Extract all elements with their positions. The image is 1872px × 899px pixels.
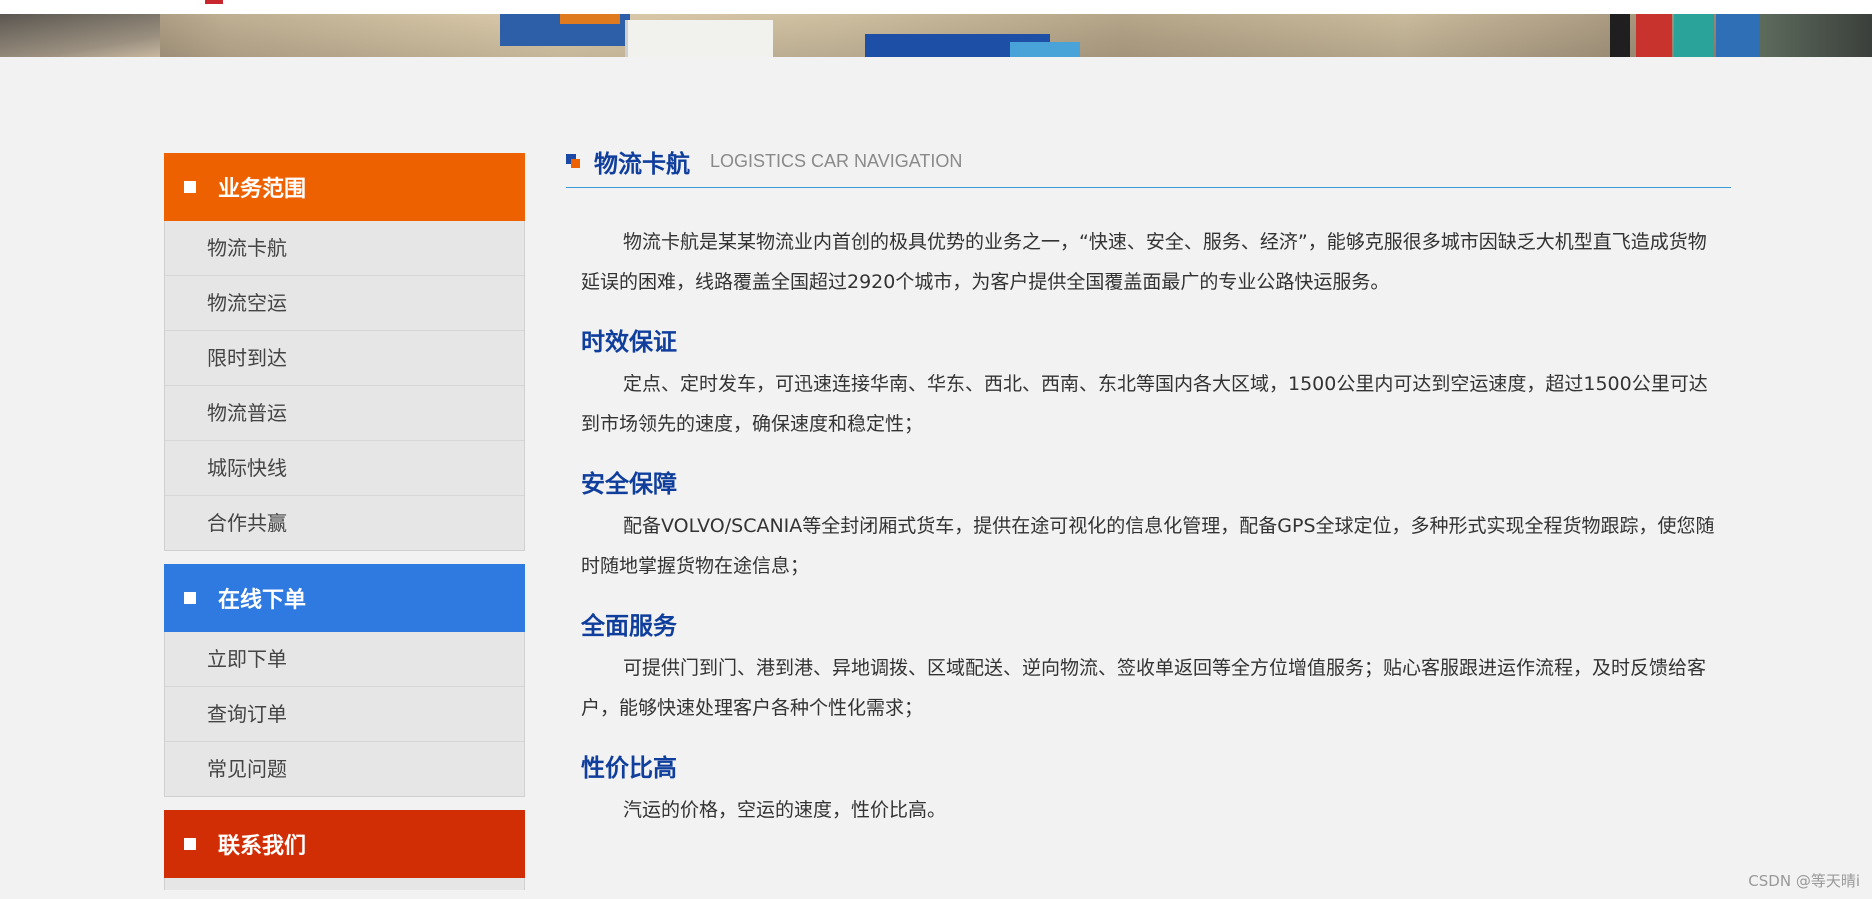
section-title-service: 全面服务 (581, 612, 677, 640)
article-body: 物流卡航是某某物流业内首创的极具优势的业务之一，“快速、安全、服务、经济”，能够… (566, 188, 1731, 830)
title-square-icon (566, 154, 580, 168)
section-title-value: 性价比高 (581, 754, 677, 782)
section-text-timeliness: 定点、定时发车，可迅速连接华南、华东、西北、西南、东北等国内各大区域，1500公… (581, 373, 1708, 435)
sidebar-group-contact[interactable]: 联系我们 (164, 810, 525, 878)
sidebar-group-online-order[interactable]: 在线下单 (164, 564, 525, 632)
page-title: 物流卡航 (594, 149, 690, 178)
sidebar-list-contact (164, 878, 525, 890)
sidebar-group-business[interactable]: 业务范围 (164, 153, 525, 221)
header-banner-image (0, 0, 1872, 57)
sidebar-list-business: 物流卡航 物流空运 限时到达 物流普运 城际快线 合作共赢 (164, 221, 525, 551)
page-subtitle: LOGISTICS CAR NAVIGATION (710, 150, 963, 171)
section-text-safety: 配备VOLVO/SCANIA等全封闭厢式货车，提供在途可视化的信息化管理，配备G… (581, 515, 1715, 577)
sidebar-item-cooperation[interactable]: 合作共赢 (165, 495, 524, 550)
square-bullet-icon (184, 838, 196, 850)
nav-active-indicator (205, 0, 223, 4)
sidebar: 业务范围 物流卡航 物流空运 限时到达 物流普运 城际快线 合作共赢 在线下单 … (164, 153, 525, 890)
sidebar-item-general-freight[interactable]: 物流普运 (165, 385, 524, 440)
sidebar-group-title: 在线下单 (218, 588, 307, 613)
sidebar-item-faq[interactable]: 常见问题 (165, 741, 524, 796)
sidebar-item-query-order[interactable]: 查询订单 (165, 686, 524, 741)
intro-paragraph: 物流卡航是某某物流业内首创的极具优势的业务之一，“快速、安全、服务、经济”，能够… (581, 231, 1707, 293)
main-content: 物流卡航 LOGISTICS CAR NAVIGATION 物流卡航是某某物流业… (566, 135, 1731, 830)
sidebar-item-order-now[interactable]: 立即下单 (165, 632, 524, 686)
page-title-row: 物流卡航 LOGISTICS CAR NAVIGATION (566, 135, 1731, 188)
watermark: CSDN @等天晴i (1748, 872, 1860, 890)
section-title-safety: 安全保障 (581, 470, 677, 498)
square-bullet-icon (184, 592, 196, 604)
sidebar-item-time-limited[interactable]: 限时到达 (165, 330, 524, 385)
sidebar-list-online-order: 立即下单 查询订单 常见问题 (164, 632, 525, 797)
top-bar (0, 0, 1872, 14)
sidebar-item-intercity-express[interactable]: 城际快线 (165, 440, 524, 495)
sidebar-group-title: 联系我们 (218, 834, 307, 859)
section-title-timeliness: 时效保证 (581, 328, 677, 356)
sidebar-item-air-freight[interactable]: 物流空运 (165, 275, 524, 330)
section-text-service: 可提供门到门、港到港、异地调拨、区域配送、逆向物流、签收单返回等全方位增值服务；… (581, 657, 1707, 719)
sidebar-item-logistics-truck[interactable]: 物流卡航 (165, 221, 524, 275)
square-bullet-icon (184, 181, 196, 193)
section-text-value: 汽运的价格，空运的速度，性价比高。 (623, 799, 947, 821)
sidebar-group-title: 业务范围 (218, 177, 307, 202)
